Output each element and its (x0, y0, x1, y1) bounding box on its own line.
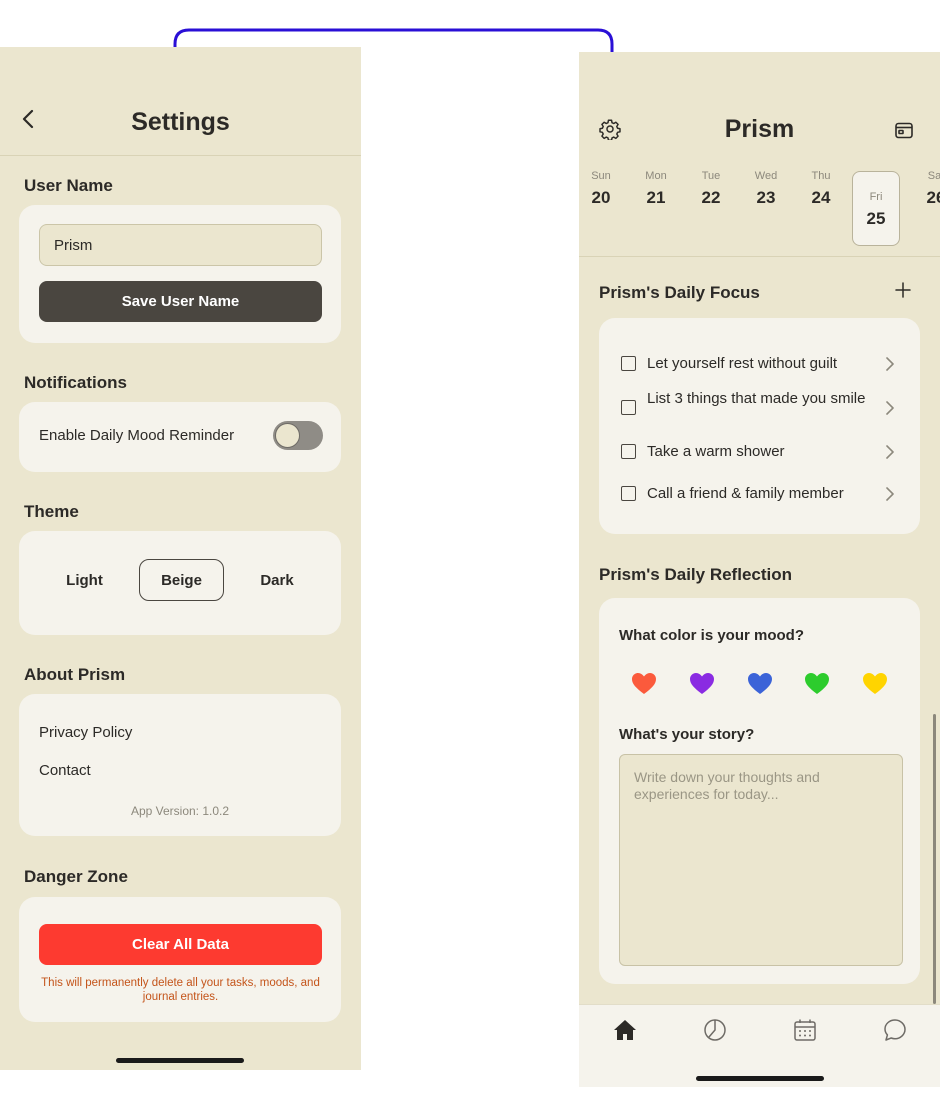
day-number: 26 (926, 188, 940, 207)
theme-section-title: Theme (24, 502, 79, 521)
task-checkbox[interactable] (621, 356, 636, 371)
mood-question: What color is your mood? (619, 627, 805, 644)
settings-screen: Settings User Name Save User Name Notifi… (0, 47, 361, 1070)
calendar-icon[interactable] (792, 1017, 818, 1043)
chat-icon[interactable] (882, 1017, 908, 1043)
day-number: 25 (866, 209, 886, 228)
day-of-week: Thu (811, 170, 831, 182)
task-checkbox[interactable] (621, 486, 636, 501)
task-row[interactable]: Call a friend & family member (599, 484, 903, 504)
heart-icon-blue[interactable] (747, 672, 773, 696)
day-thu[interactable]: Thu 24 (797, 170, 845, 208)
chevron-right-icon (886, 401, 894, 415)
user-name-section-title: User Name (24, 176, 113, 195)
home-indicator (696, 1076, 824, 1081)
theme-option-dark[interactable]: Dark (241, 559, 313, 601)
notifications-card: Enable Daily Mood Reminder (19, 402, 341, 472)
save-user-name-button[interactable]: Save User Name (39, 281, 322, 322)
chart-icon[interactable] (702, 1017, 728, 1043)
week-divider (579, 256, 940, 257)
day-sat[interactable]: Sat 26 (912, 170, 940, 208)
reminder-toggle[interactable] (273, 421, 323, 450)
heart-icon-purple[interactable] (689, 672, 715, 696)
task-label: List 3 things that made you smile (647, 390, 866, 407)
app-version-text: App Version: 1.0.2 (130, 804, 230, 818)
contact-link[interactable]: Contact (39, 762, 91, 779)
day-sun[interactable]: Sun 20 (579, 170, 625, 208)
day-number: 23 (756, 188, 776, 207)
scrollbar[interactable] (933, 714, 936, 1004)
day-of-week: Mon (645, 170, 667, 182)
toggle-knob (275, 423, 300, 448)
heart-icon-yellow[interactable] (862, 672, 888, 696)
heart-icon-red[interactable] (631, 672, 657, 696)
theme-option-light[interactable]: Light (47, 559, 122, 601)
chevron-right-icon (886, 357, 894, 371)
clear-all-data-button[interactable]: Clear All Data (39, 924, 322, 965)
home-screen: Prism Sun 20 Mon 21 Tue 22 Wed 23 Thu 24… (579, 52, 940, 1087)
home-icon[interactable] (612, 1017, 638, 1043)
clear-data-warning: This will permanently delete all your ta… (41, 977, 320, 1003)
notifications-section-title: Notifications (24, 373, 127, 392)
task-checkbox[interactable] (621, 444, 636, 459)
story-question: What's your story? (619, 726, 755, 743)
header-divider (0, 155, 361, 156)
add-task-plus-icon[interactable] (895, 280, 911, 302)
day-of-week: Tue (701, 170, 721, 182)
about-section-title: About Prism (24, 665, 126, 684)
task-checkbox[interactable] (621, 400, 636, 415)
task-label: Take a warm shower (647, 443, 785, 460)
heart-icon-green[interactable] (804, 672, 830, 696)
task-label: Let yourself rest without guilt (647, 355, 838, 372)
theme-option-beige[interactable]: Beige (139, 559, 224, 601)
chevron-right-icon (886, 445, 894, 459)
task-label: Call a friend & family member (647, 485, 844, 502)
day-number: 21 (646, 188, 666, 207)
day-of-week: Fri (869, 191, 883, 203)
reminder-label: Enable Daily Mood Reminder (39, 427, 235, 444)
danger-zone-card: Clear All Data This will permanently del… (19, 897, 341, 1022)
task-row[interactable]: Let yourself rest without guilt (599, 354, 903, 374)
day-fri-selected[interactable]: Fri 25 (852, 171, 900, 246)
home-indicator (116, 1058, 244, 1063)
day-tue[interactable]: Tue 22 (687, 170, 735, 208)
day-mon[interactable]: Mon 21 (632, 170, 680, 208)
danger-zone-section-title: Danger Zone (24, 867, 128, 886)
theme-card: Light Beige Dark (19, 531, 341, 635)
story-textarea[interactable] (619, 754, 903, 966)
day-of-week: Sat (927, 170, 940, 182)
calendar-icon[interactable] (894, 120, 914, 145)
daily-reflection-card: What color is your mood? What's your sto… (599, 598, 920, 984)
day-number: 22 (701, 188, 721, 207)
task-row[interactable]: Take a warm shower (599, 442, 903, 462)
tab-bar (579, 1004, 940, 1087)
task-row[interactable]: List 3 things that made you smile (599, 390, 903, 428)
day-number: 20 (591, 188, 611, 207)
user-name-card: Save User Name (19, 205, 341, 343)
day-of-week: Sun (591, 170, 611, 182)
app-title: Prism (724, 115, 795, 143)
user-name-input[interactable] (39, 224, 322, 266)
daily-reflection-title: Prism's Daily Reflection (599, 565, 793, 584)
about-card: Privacy Policy Contact App Version: 1.0.… (19, 694, 341, 836)
page-title: Settings (131, 108, 230, 136)
day-number: 24 (811, 188, 831, 207)
daily-focus-card: Let yourself rest without guilt List 3 t… (599, 318, 920, 534)
day-wed[interactable]: Wed 23 (742, 170, 790, 208)
daily-focus-title: Prism's Daily Focus (599, 283, 760, 302)
privacy-policy-link[interactable]: Privacy Policy (39, 724, 132, 741)
day-of-week: Wed (754, 170, 778, 182)
chevron-right-icon (886, 487, 894, 501)
